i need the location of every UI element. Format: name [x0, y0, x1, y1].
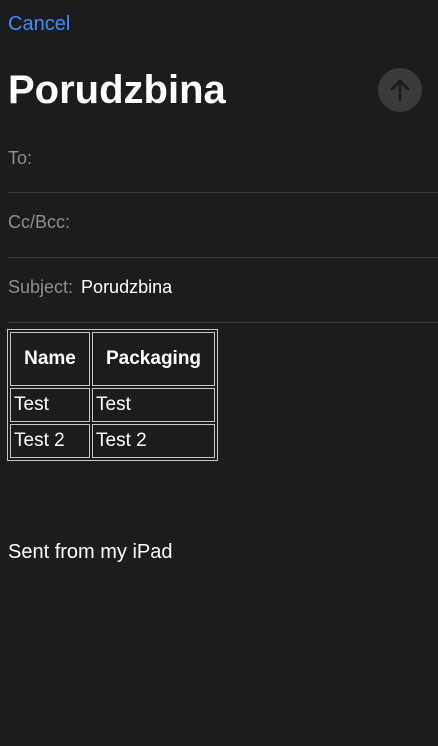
send-button[interactable] — [378, 68, 422, 112]
divider — [8, 322, 438, 323]
compose-screen: Cancel Porudzbina To: Cc/Bcc: Subject: P… — [0, 0, 438, 746]
subject-field[interactable]: Subject: Porudzbina — [8, 255, 438, 319]
column-header-name: Name — [10, 332, 90, 386]
table-cell: Test — [92, 388, 216, 422]
subject-input[interactable]: Porudzbina — [81, 277, 172, 298]
cancel-button[interactable]: Cancel — [8, 13, 70, 36]
subject-label: Subject: — [8, 276, 74, 297]
table-row: Test Test — [10, 388, 216, 422]
cc-bcc-label: Cc/Bcc: — [8, 211, 71, 232]
cc-bcc-field[interactable]: Cc/Bcc: — [8, 190, 438, 254]
table-header-row: Name Packaging — [10, 332, 216, 386]
column-header-packaging: Packaging — [92, 332, 216, 386]
table-row: Test 2 Test 2 — [10, 424, 216, 458]
to-field[interactable]: To: — [8, 126, 438, 190]
signature-text: Sent from my iPad — [8, 541, 173, 563]
table-cell: Test 2 — [10, 424, 90, 458]
arrow-up-icon — [390, 79, 410, 102]
compose-title: Porudzbina — [8, 68, 226, 112]
table-cell: Test 2 — [92, 424, 216, 458]
to-label: To: — [8, 147, 33, 168]
table-cell: Test — [10, 388, 90, 422]
order-table: Name Packaging Test Test Test 2 Test 2 — [7, 329, 219, 461]
